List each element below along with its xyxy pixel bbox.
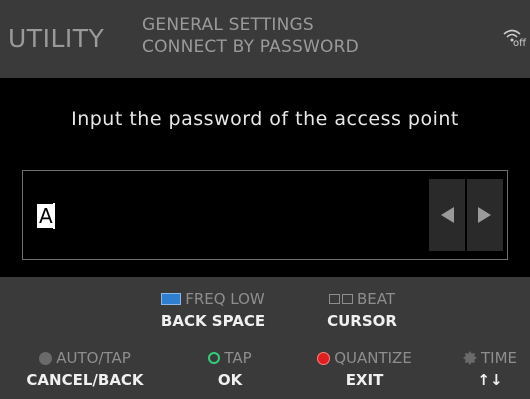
ok-label: OK bbox=[217, 371, 243, 389]
freq-knob-icon bbox=[161, 293, 182, 305]
cancel-back-label: CANCEL/BACK bbox=[26, 371, 144, 389]
password-field[interactable]: A bbox=[22, 170, 508, 260]
arrow-left-icon bbox=[441, 207, 454, 223]
beat-buttons-icon bbox=[328, 294, 353, 304]
cancel-back-key[interactable]: AUTO/TAP CANCEL/BACK bbox=[0, 349, 170, 389]
cursor-right-button[interactable] bbox=[467, 179, 503, 251]
arrow-right-icon bbox=[478, 207, 491, 223]
ok-key[interactable]: TAP OK bbox=[180, 349, 280, 389]
screen-title: UTILITY bbox=[8, 24, 105, 53]
breadcrumb-general-settings: GENERAL SETTINGS bbox=[142, 15, 314, 35]
cursor-label: CURSOR bbox=[327, 312, 397, 330]
exit-key[interactable]: QUANTIZE EXIT bbox=[292, 349, 437, 389]
exit-label: EXIT bbox=[345, 371, 384, 389]
wifi-status: off bbox=[512, 38, 526, 49]
cursor-left-button[interactable] bbox=[429, 179, 465, 251]
freq-low-label: FREQ LOW bbox=[185, 290, 265, 308]
quantize-button-icon bbox=[317, 351, 331, 365]
quantize-label: QUANTIZE bbox=[334, 349, 412, 367]
backspace-key[interactable]: FREQ LOW BACK SPACE bbox=[118, 290, 308, 330]
time-label: TIME bbox=[480, 349, 517, 367]
cursor-key[interactable]: BEAT CURSOR bbox=[292, 290, 432, 330]
tap-label: TAP bbox=[224, 349, 252, 367]
breadcrumb-connect-by-password: CONNECT BY PASSWORD bbox=[142, 37, 359, 57]
time-sort-key[interactable]: TIME ↑↓ bbox=[450, 349, 530, 389]
header-bar: UTILITY GENERAL SETTINGS CONNECT BY PASS… bbox=[0, 0, 530, 78]
time-knob-icon bbox=[462, 351, 477, 365]
password-prompt: Input the password of the access point bbox=[71, 108, 459, 130]
up-down-label: ↑↓ bbox=[477, 371, 503, 389]
main-panel: Input the password of the access point A bbox=[0, 78, 530, 277]
auto-tap-button-icon bbox=[39, 351, 53, 365]
back-space-label: BACK SPACE bbox=[160, 312, 266, 330]
beat-label: BEAT bbox=[356, 290, 396, 308]
auto-tap-label: AUTO/TAP bbox=[56, 349, 131, 367]
key-guide: FREQ LOW BACK SPACE BEAT CURSOR AUTO/TAP… bbox=[0, 277, 530, 399]
tap-button-icon bbox=[208, 352, 221, 364]
text-cursor bbox=[53, 203, 55, 229]
